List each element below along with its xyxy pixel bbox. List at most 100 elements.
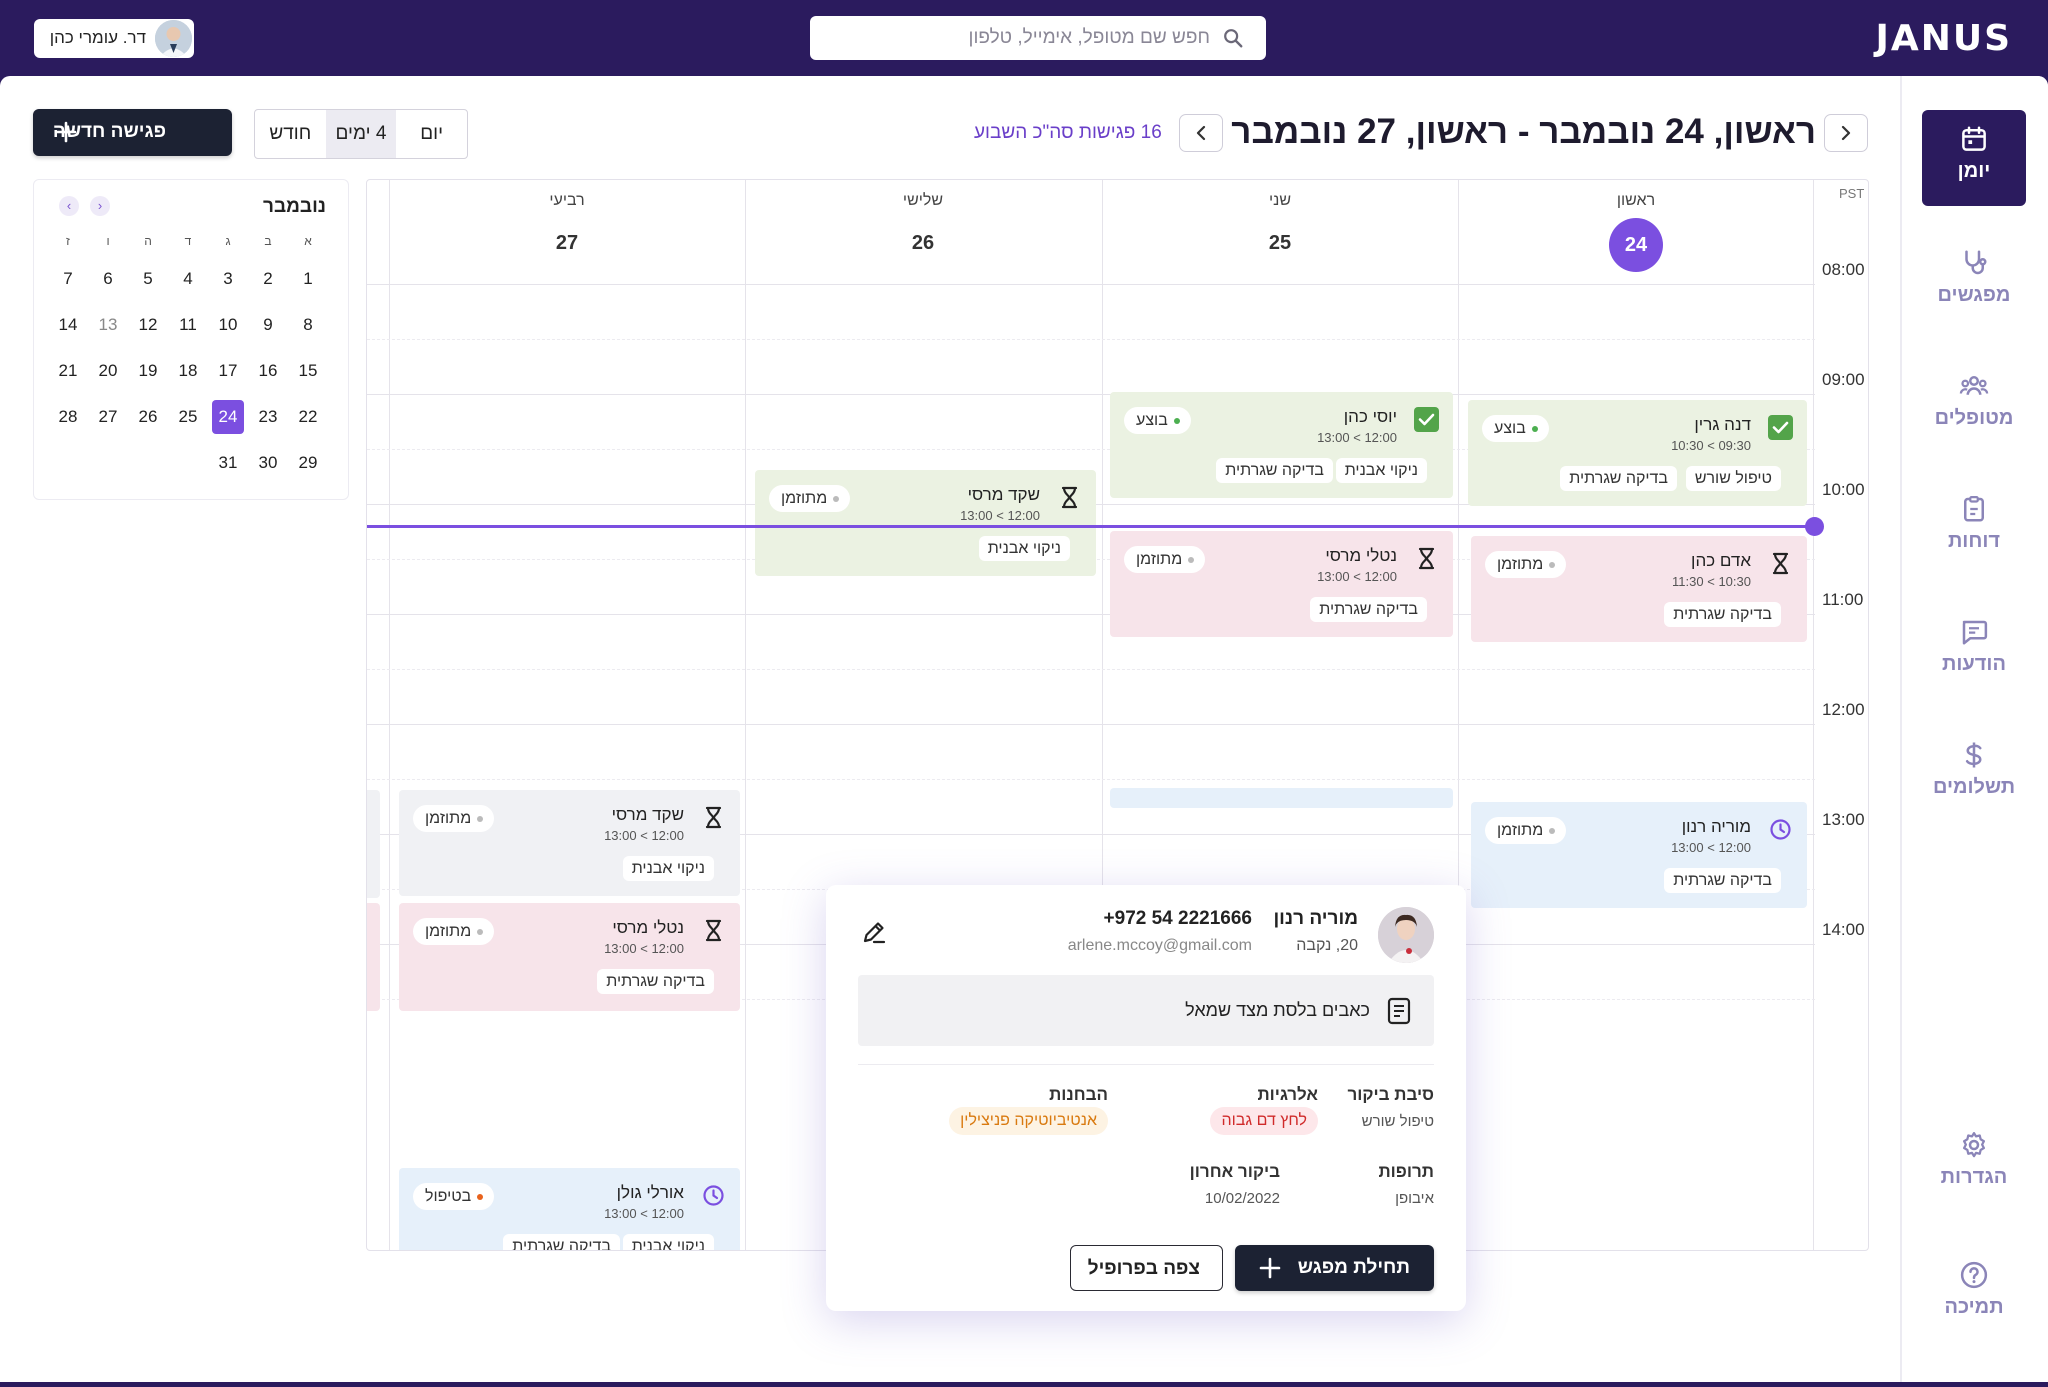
- search-icon: [1224, 29, 1243, 48]
- treatment-tag: בדיקה שגרתית: [1216, 458, 1333, 483]
- patient-name: דנה גרין: [1694, 415, 1751, 434]
- weekday-label: ג: [225, 234, 231, 248]
- event-card-orli[interactable]: אורלי גולן 12:00 > 13:00 בטיפול ניקוי אב…: [399, 1168, 740, 1250]
- nav-item-meetings[interactable]: מפגשים: [1922, 234, 2026, 330]
- status-badge: בוצע: [1482, 415, 1549, 442]
- user-profile-button[interactable]: דר. עומרי כהן: [34, 19, 194, 58]
- calendar-day[interactable]: 28: [48, 394, 88, 440]
- calendar-day[interactable]: 16: [248, 348, 288, 394]
- calendar-day[interactable]: 17: [208, 348, 248, 394]
- event-card-shaked[interactable]: שקד מרסי 12:00 > 13:00 מתוזמן ניקוי אבני…: [755, 470, 1096, 576]
- event-card-natali-2[interactable]: נטלי מרסי 12:00 > 13:00 מתוזמן בדיקה שגר…: [399, 903, 740, 1011]
- mini-calendar-next-button[interactable]: ›: [90, 196, 110, 216]
- appointment-time: 12:00 > 13:00: [1671, 840, 1751, 855]
- calendar-day[interactable]: 7: [48, 256, 88, 302]
- nav-item-patients[interactable]: מטופלים: [1922, 357, 2026, 453]
- day-number[interactable]: 26: [745, 232, 1101, 255]
- calendar-day[interactable]: 4: [168, 256, 208, 302]
- calendar-day[interactable]: 12: [128, 302, 168, 348]
- half-hour-line: [367, 779, 1815, 780]
- calendar-day[interactable]: 22: [288, 394, 328, 440]
- event-card-moria[interactable]: מוריה רנון 12:00 > 13:00 מתוזמן בדיקה שג…: [1471, 802, 1807, 908]
- day-number[interactable]: 25: [1102, 232, 1458, 255]
- appointment-time: 10:30 > 11:30: [1672, 574, 1751, 589]
- calendar-day[interactable]: 18: [168, 348, 208, 394]
- calendar-day[interactable]: 19: [128, 348, 168, 394]
- nav-item-reports[interactable]: דוחות: [1922, 480, 2026, 576]
- hourglass-icon: [1061, 486, 1078, 509]
- day-number-today[interactable]: 24: [1458, 218, 1814, 272]
- calendar-day[interactable]: 1: [288, 256, 328, 302]
- nav-item-settings[interactable]: הגדרות: [1922, 1116, 2026, 1212]
- new-meeting-button[interactable]: פגישה חדשה: [33, 109, 232, 156]
- event-card-yossi[interactable]: יוסי כהן 12:00 > 13:00 בוצע ניקוי אבנית …: [1110, 392, 1453, 498]
- calendar-day[interactable]: 10: [208, 302, 248, 348]
- calendar-day[interactable]: 23: [248, 394, 288, 440]
- event-card-shaked-2[interactable]: שקד מרסי 12:00 > 13:00 מתוזמן ניקוי אבני…: [399, 790, 740, 896]
- treatment-tag: בדיקה שגרתית: [1664, 868, 1781, 893]
- bottom-bar: [0, 1382, 2048, 1387]
- allergies-label: אלרגיות: [1257, 1085, 1318, 1104]
- mini-calendar-prev-button[interactable]: ‹: [59, 196, 79, 216]
- appointment-time: 12:00 > 13:00: [1317, 569, 1397, 584]
- calendar-day[interactable]: 3: [208, 256, 248, 302]
- nav-item-messages[interactable]: הודעות: [1922, 603, 2026, 699]
- nav-item-calendar[interactable]: יומן: [1922, 110, 2026, 206]
- calendar-day[interactable]: 25: [168, 394, 208, 440]
- status-badge: מתוזמן: [1485, 551, 1567, 578]
- view-4days-tab[interactable]: 4 ימים: [325, 110, 397, 158]
- last-visit-label: ביקור אחרון: [1189, 1162, 1280, 1181]
- event-card-partial[interactable]: [367, 903, 380, 1011]
- day-number[interactable]: 27: [389, 232, 745, 255]
- nav-item-payments[interactable]: תשלומים: [1922, 726, 2026, 822]
- calendar-day[interactable]: 21: [48, 348, 88, 394]
- event-card-dana[interactable]: דנה גרין 09:30 > 10:30 בוצע טיפול שורש ב…: [1468, 400, 1807, 506]
- calendar-day[interactable]: 27: [88, 394, 128, 440]
- previous-week-button[interactable]: [1179, 114, 1223, 152]
- calendar-day[interactable]: 30: [248, 440, 288, 486]
- chevron-right-icon: [1841, 125, 1851, 141]
- patient-name: מוריה רנון: [1681, 817, 1751, 836]
- gear-icon: [1963, 1132, 1985, 1158]
- calendar-day[interactable]: 14: [48, 302, 88, 348]
- edit-icon[interactable]: [860, 918, 888, 946]
- start-meeting-button[interactable]: תחילת מפגש: [1235, 1245, 1434, 1291]
- nav-item-label: דוחות: [1947, 530, 2001, 552]
- nav-item-support[interactable]: תמיכה: [1922, 1246, 2026, 1342]
- calendar-day[interactable]: 13: [88, 302, 128, 348]
- calendar-day[interactable]: 5: [128, 256, 168, 302]
- calendar-day[interactable]: 2: [248, 256, 288, 302]
- hour-label: 08:00: [1822, 260, 1865, 279]
- next-week-button[interactable]: [1824, 114, 1868, 152]
- calendar-day[interactable]: 6: [88, 256, 128, 302]
- calendar-day[interactable]: 15: [288, 348, 328, 394]
- view-month-tab[interactable]: חודש: [255, 110, 326, 158]
- event-card-partial[interactable]: [1110, 788, 1453, 808]
- calendar-day[interactable]: 20: [88, 348, 128, 394]
- calendar-day-selected[interactable]: 24: [208, 394, 248, 440]
- view-profile-button[interactable]: צפה בפרופיל: [1070, 1245, 1223, 1291]
- appointment-time: 12:00 > 13:00: [960, 508, 1040, 523]
- treatment-tag: בדיקה שגרתית: [1560, 466, 1677, 491]
- start-meeting-label: תחילת מפגש: [1297, 1257, 1410, 1278]
- calendar-day[interactable]: 9: [248, 302, 288, 348]
- view-profile-label: צפה בפרופיל: [1087, 1258, 1200, 1279]
- event-card-partial[interactable]: [367, 790, 380, 898]
- patient-name: נטלי מרסי: [1325, 546, 1397, 565]
- status-badge: מתוזמן: [1485, 817, 1567, 844]
- calendar-day[interactable]: 26: [128, 394, 168, 440]
- search-box[interactable]: [810, 16, 1266, 60]
- search-input[interactable]: [840, 16, 1210, 60]
- event-card-adam[interactable]: אדם כהן 10:30 > 11:30 מתוזמן בדיקה שגרתי…: [1471, 536, 1807, 642]
- view-day-tab[interactable]: יום: [396, 110, 467, 158]
- note-text: כאבים בלסת מצד שמאל: [1185, 1000, 1370, 1020]
- patient-name: שקד מרסי: [611, 805, 684, 824]
- event-card-natali[interactable]: נטלי מרסי 12:00 > 13:00 מתוזמן בדיקה שגר…: [1110, 531, 1453, 637]
- status-dot: [1531, 425, 1538, 432]
- calendar-day[interactable]: 29: [288, 440, 328, 486]
- calendar-day[interactable]: 11: [168, 302, 208, 348]
- weekday-label: ז: [66, 234, 70, 248]
- calendar-day[interactable]: 31: [208, 440, 248, 486]
- calendar-day[interactable]: 8: [288, 302, 328, 348]
- treatment-tag: בדיקה שגרתית: [1664, 602, 1781, 627]
